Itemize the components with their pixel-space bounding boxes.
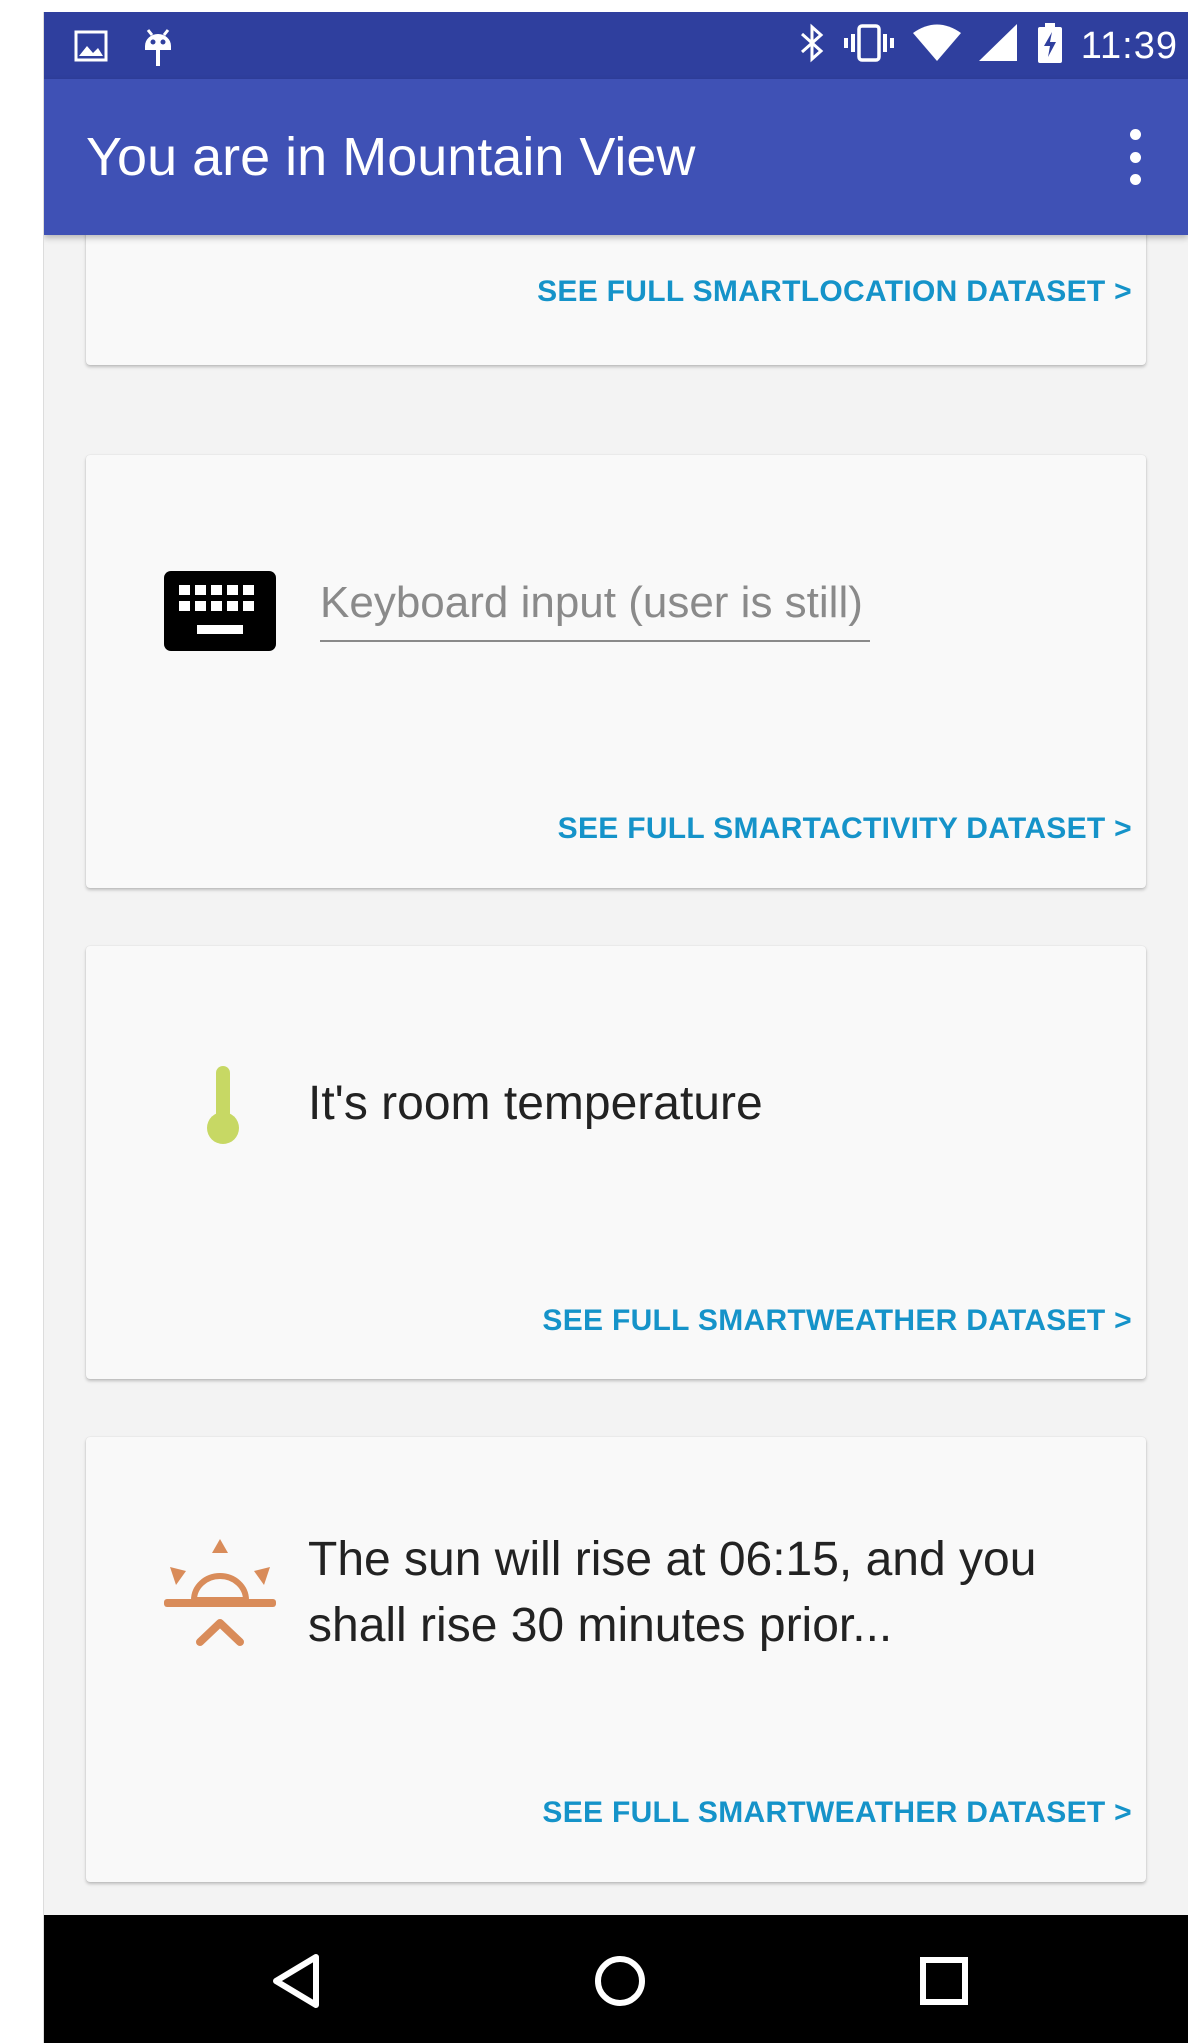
card-list[interactable]: SEE FULL SMARTLOCATION DATASET > Keyboar…	[44, 195, 1188, 1925]
sunrise-text: The sun will rise at 06:15, and you shal…	[308, 1527, 1036, 1659]
cell-signal-icon	[978, 24, 1019, 67]
status-time: 11:39	[1080, 24, 1178, 67]
recents-icon[interactable]	[914, 1951, 974, 2011]
app-bar: You are in Mountain View	[44, 79, 1188, 235]
more-vert-icon[interactable]	[1120, 129, 1150, 185]
image-icon	[74, 29, 108, 68]
battery-charging-icon	[1037, 22, 1063, 69]
see-full-smartweather-link-2[interactable]: SEE FULL SMARTWEATHER DATASET >	[542, 1796, 1132, 1830]
android-debug-icon	[142, 24, 174, 73]
sunrise-icon	[164, 1537, 276, 1652]
home-icon[interactable]	[590, 1951, 650, 2011]
thermometer-icon	[206, 1064, 240, 1151]
temperature-text: It's room temperature	[308, 1077, 763, 1130]
see-full-smartlocation-link[interactable]: SEE FULL SMARTLOCATION DATASET >	[537, 275, 1132, 309]
temperature-card: It's room temperature SEE FULL SMARTWEAT…	[86, 946, 1146, 1379]
sunrise-text-line2: shall rise 30 minutes prior...	[308, 1599, 893, 1652]
bluetooth-icon	[799, 23, 825, 68]
activity-input[interactable]: Keyboard input (user is still)	[320, 570, 870, 642]
page-title: You are in Mountain View	[86, 127, 696, 187]
keyboard-icon	[164, 571, 276, 656]
navigation-bar	[44, 1915, 1188, 2043]
sunrise-card: The sun will rise at 06:15, and you shal…	[86, 1437, 1146, 1882]
wifi-icon	[912, 24, 961, 67]
vibrate-icon	[843, 23, 895, 68]
status-bar: 11:39	[44, 12, 1188, 79]
see-full-smartweather-link[interactable]: SEE FULL SMARTWEATHER DATASET >	[542, 1304, 1132, 1338]
phone-screen: 11:39 You are in Mountain View SEE FULL …	[43, 12, 1188, 2043]
see-full-smartactivity-link[interactable]: SEE FULL SMARTACTIVITY DATASET >	[558, 812, 1132, 846]
smartactivity-card: Keyboard input (user is still) SEE FULL …	[86, 455, 1146, 888]
sunrise-text-line1: The sun will rise at 06:15, and you	[308, 1533, 1037, 1586]
back-icon[interactable]	[266, 1951, 326, 2011]
